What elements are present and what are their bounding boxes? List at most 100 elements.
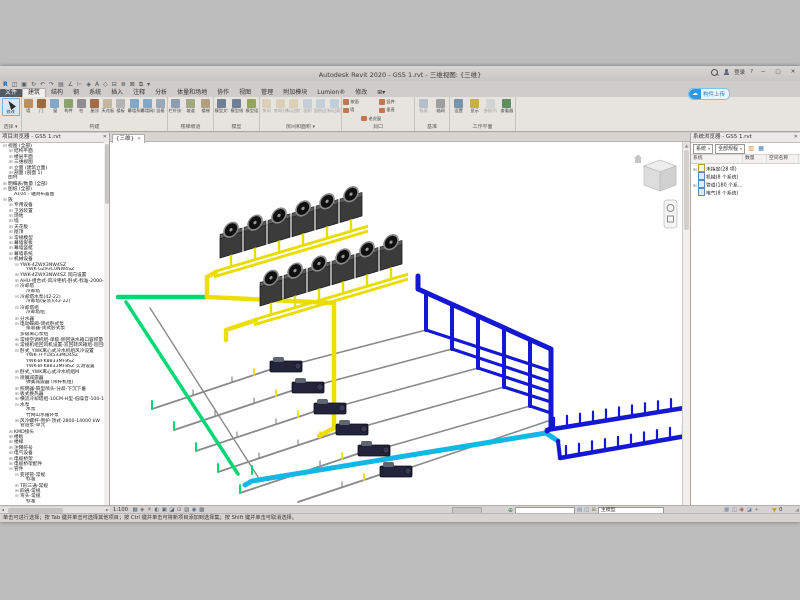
ribbon-tab-3[interactable]: 钢 — [68, 89, 84, 97]
modify-overflow-icon[interactable]: ⊞▾ — [372, 89, 390, 97]
ribbon-button[interactable]: 参照平面 — [483, 98, 499, 114]
ribbon-button[interactable]: 天花板 — [101, 98, 114, 114]
minimize-button[interactable]: ─ — [758, 69, 768, 75]
switch-windows-icon[interactable]: ⧉ — [139, 82, 143, 88]
default-3d-view-icon[interactable]: ◇ — [103, 82, 108, 88]
canvas-vscrollbar[interactable]: ▲ — [682, 142, 690, 505]
ribbon-button[interactable]: 房间 — [260, 98, 274, 114]
ribbon-button[interactable]: 门 — [35, 98, 48, 114]
revit-logo-icon[interactable]: R — [3, 82, 8, 88]
column-settings-icon[interactable]: ▦ — [757, 145, 765, 153]
close-button[interactable]: ✕ — [788, 69, 798, 75]
pipes-gray[interactable] — [150, 308, 551, 502]
view-dropdown[interactable]: 系统▾ — [693, 144, 713, 154]
ribbon-tab-2[interactable]: 结构 — [46, 89, 68, 97]
viewcube[interactable] — [634, 155, 676, 192]
system-row[interactable]: 电气(8 个系统) — [691, 188, 800, 196]
discipline-dropdown[interactable]: 全部规程▾ — [715, 144, 745, 154]
signin-label[interactable]: 登录 — [734, 68, 745, 76]
close-hidden-windows-icon[interactable]: ⊠ — [130, 82, 135, 88]
ribbon-tab-14[interactable]: 修改 — [350, 89, 372, 97]
cooling-tower-bank-lower[interactable] — [254, 230, 408, 325]
ribbon-button[interactable]: 屋顶 — [88, 98, 101, 114]
ribbon-button[interactable]: 垂直 — [379, 106, 413, 114]
3d-model-view[interactable] — [110, 142, 682, 505]
tree-item-label: 屋顶 — [14, 230, 23, 234]
tag-by-category-icon[interactable]: ◈ — [86, 82, 91, 88]
open-icon[interactable]: ◫ — [12, 82, 18, 88]
ribbon-button[interactable]: 轴网 — [433, 98, 449, 114]
column-header[interactable]: 数量 — [743, 155, 767, 163]
thin-lines-icon[interactable]: ≣ — [121, 82, 126, 88]
ribbon-button[interactable]: 模型组 — [244, 98, 259, 114]
text-icon[interactable]: A — [95, 82, 99, 88]
system-browser-close-icon[interactable]: ✕ — [794, 133, 798, 142]
ribbon-button[interactable]: 楼梯 — [198, 98, 213, 114]
system-row[interactable]: 机械(8 个系统) — [691, 172, 800, 180]
ribbon-button[interactable]: 模型线 — [229, 98, 244, 114]
ribbon-tab-8[interactable]: 体量和场地 — [172, 89, 212, 97]
ribbon-button[interactable]: 窗 — [48, 98, 61, 114]
system-row[interactable]: ⊞未指定(28 项) — [691, 164, 800, 172]
ribbon-button[interactable]: 竖梃 — [154, 98, 167, 114]
view-tab-close-icon[interactable]: ✕ — [137, 136, 141, 142]
column-header[interactable]: 系统 — [691, 155, 743, 163]
ribbon-button[interactable]: 面积边界 — [314, 98, 328, 114]
customize-qat-icon[interactable]: ▾ — [147, 82, 150, 88]
autofit-columns-icon[interactable]: ▥ — [747, 145, 755, 153]
ribbon-tab-0[interactable]: 文件 — [0, 89, 22, 97]
ribbon-button[interactable]: 标记房间 — [287, 98, 301, 114]
ribbon-button[interactable]: 面积 — [301, 98, 315, 114]
ribbon-button[interactable]: 标高 — [416, 98, 432, 114]
ribbon-button[interactable]: 幕墙系统 — [128, 98, 141, 114]
aligned-dimension-icon[interactable]: ⊢ — [77, 82, 82, 88]
plugin-upload-button[interactable]: ☁ 构件上传 — [688, 88, 730, 100]
ribbon-button[interactable]: 按面 — [343, 98, 377, 106]
ribbon-button[interactable]: 老虎窗 — [361, 115, 395, 123]
ribbon-button[interactable]: 栏杆扶手 — [168, 98, 183, 114]
user-account-icon[interactable] — [723, 69, 729, 75]
ribbon-button[interactable]: 房间分隔 — [274, 98, 288, 114]
ribbon-button[interactable]: 柱 — [75, 98, 88, 114]
ribbon-tab-7[interactable]: 分析 — [150, 89, 172, 97]
ribbon-button[interactable]: 楼板 — [114, 98, 127, 114]
print-icon[interactable]: ▤ — [58, 82, 64, 88]
ribbon-button[interactable]: 显示 — [466, 98, 482, 114]
ribbon-button[interactable]: 模型文字 — [214, 98, 229, 114]
system-row[interactable]: ⊞管道(180 个系… — [691, 180, 800, 188]
ribbon-button[interactable]: 墙 — [22, 98, 35, 114]
ribbon-tab-9[interactable]: 协作 — [212, 89, 234, 97]
ribbon-tab-4[interactable]: 系统 — [84, 89, 106, 97]
navigation-bar[interactable] — [664, 200, 677, 228]
search-icon[interactable] — [711, 69, 718, 76]
ribbon-button[interactable]: 标记面积 — [328, 98, 342, 114]
ribbon-tab-11[interactable]: 管理 — [256, 89, 278, 97]
ribbon-button[interactable]: 坡道 — [183, 98, 198, 114]
ribbon-button[interactable]: 修改 — [2, 98, 20, 116]
ribbon-tab-13[interactable]: Lumion® — [312, 89, 350, 97]
ribbon-button[interactable]: 查看器 — [499, 98, 515, 114]
ribbon-button[interactable]: 幕墙网格 — [141, 98, 154, 114]
ribbon-tab-10[interactable]: 视图 — [234, 89, 256, 97]
section-icon[interactable]: ⊟ — [112, 82, 117, 88]
ribbon-button[interactable]: 构件 — [62, 98, 75, 114]
ribbon-button[interactable]: 设置 — [450, 98, 466, 114]
ribbon-tab-6[interactable]: 注释 — [128, 89, 150, 97]
project-browser-close-icon[interactable]: ✕ — [103, 133, 107, 142]
project-browser-vscrollbar[interactable] — [104, 142, 109, 505]
ribbon-button[interactable]: 墙 — [343, 106, 377, 114]
pipes-blue[interactable] — [418, 276, 682, 458]
redo-icon[interactable]: ↷ — [49, 82, 54, 88]
ribbon-tab-1[interactable]: 建筑 — [22, 88, 46, 97]
help-icon[interactable]: ? — [750, 69, 753, 75]
column-header[interactable]: 空间名称 — [767, 155, 799, 163]
maximize-button[interactable]: ▢ — [773, 69, 783, 75]
drawing-area[interactable]: {三维}✕ — [110, 133, 690, 505]
scroll-up-icon[interactable]: ▲ — [683, 142, 690, 149]
measure-icon[interactable]: ∠ — [68, 82, 73, 88]
tree-item[interactable]: 标准 — [0, 499, 109, 504]
ribbon-button-icon — [171, 99, 180, 108]
ribbon-tab-12[interactable]: 附加模块 — [278, 89, 312, 97]
ribbon-tab-5[interactable]: 插入 — [106, 89, 128, 97]
ribbon-button[interactable]: 竖井 — [379, 98, 413, 106]
